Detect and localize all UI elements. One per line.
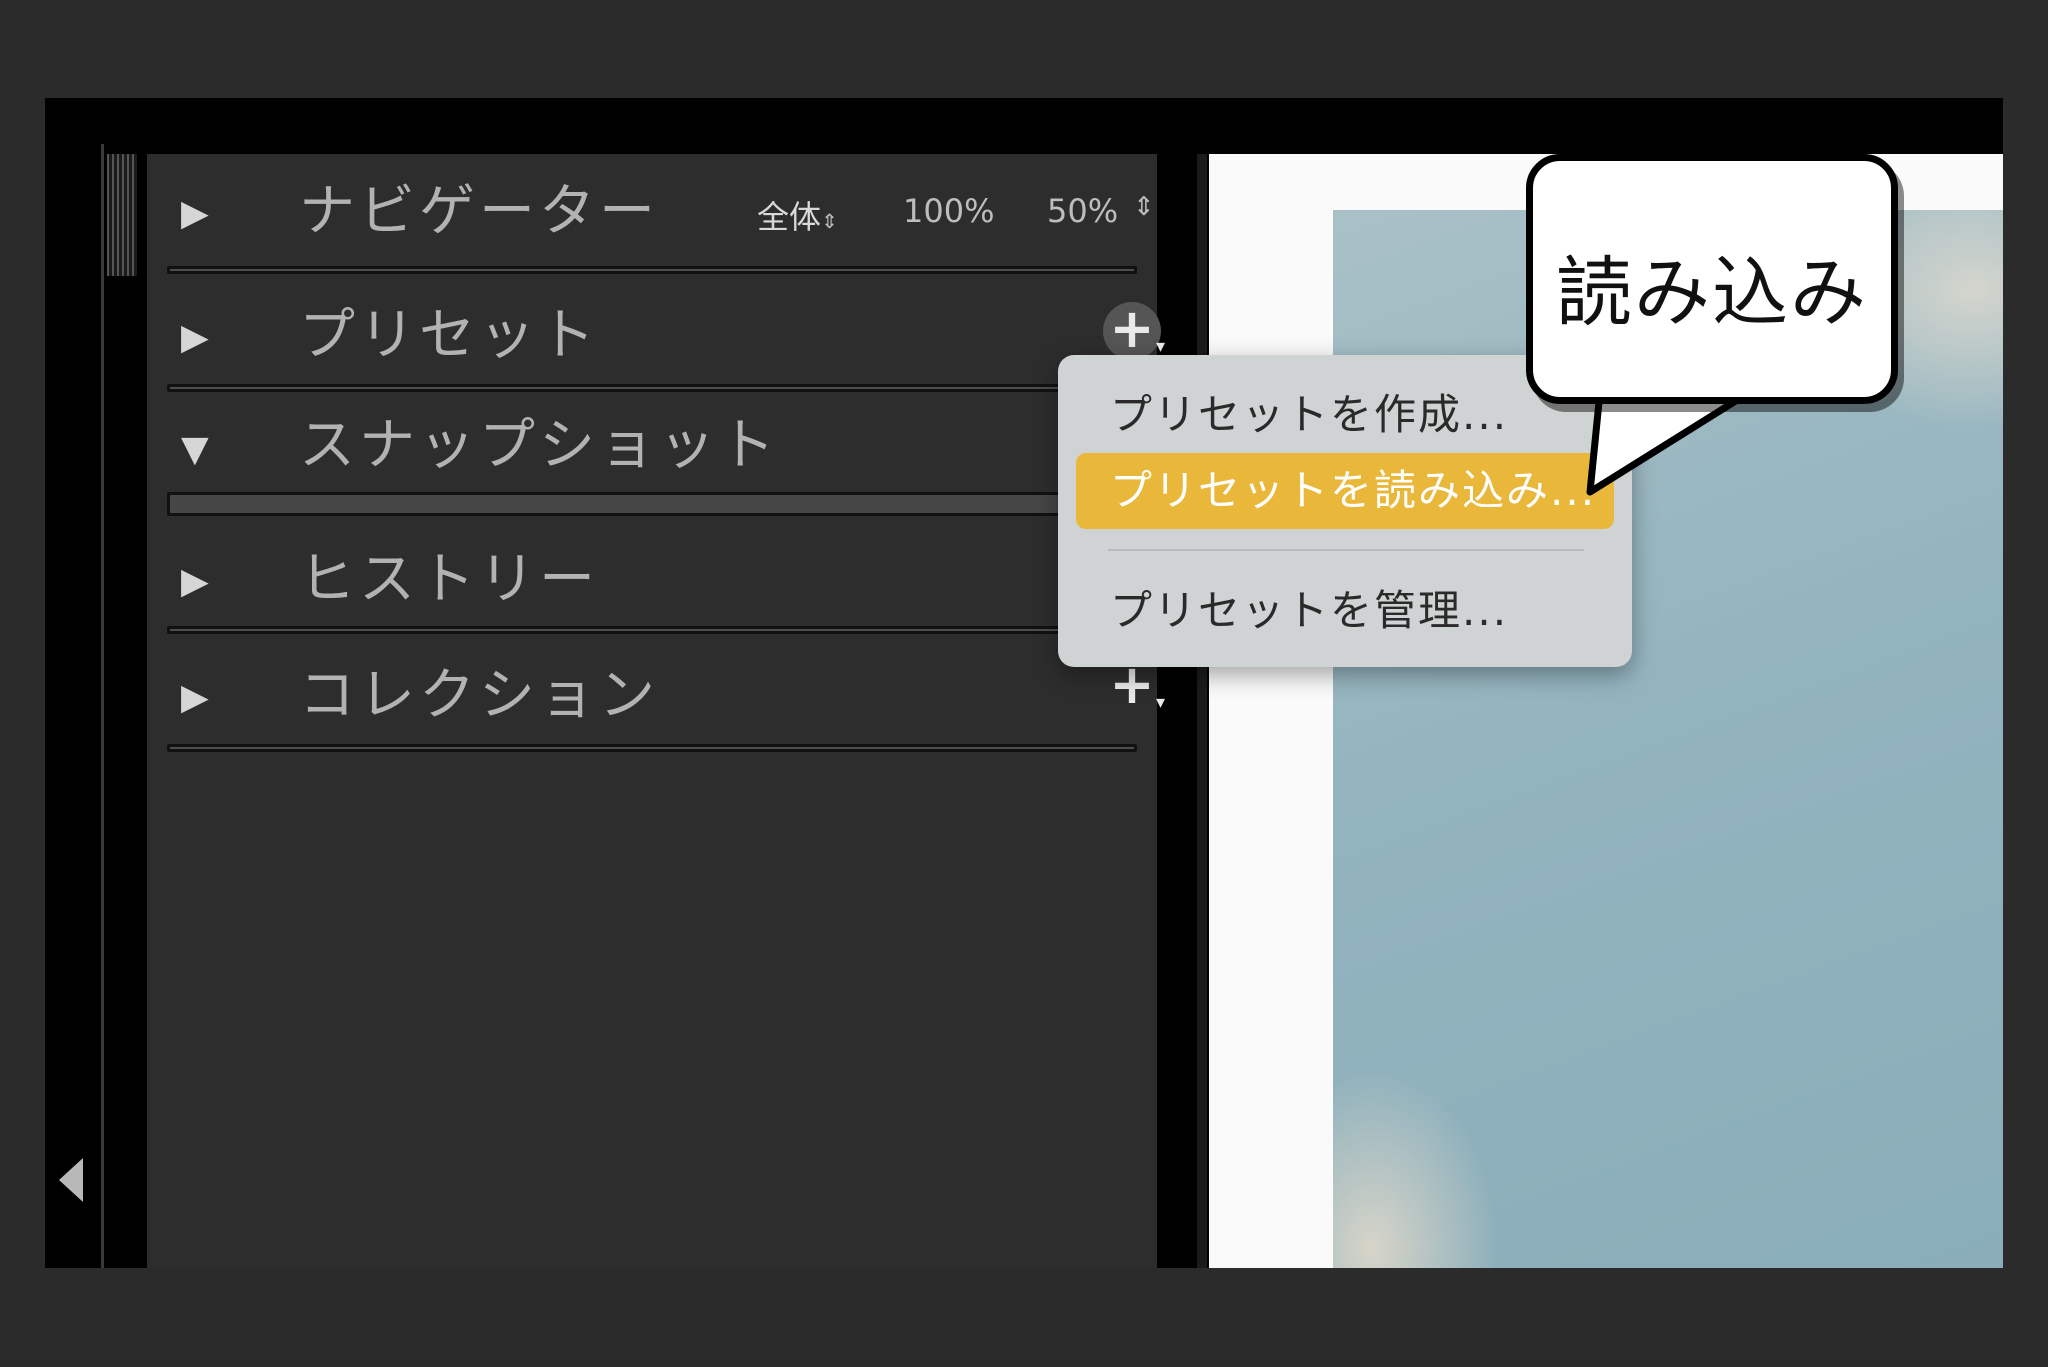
section-divider <box>167 492 1137 516</box>
panel-resize-grip[interactable] <box>107 154 137 276</box>
section-divider <box>167 266 1137 274</box>
section-history[interactable]: ▶ ヒストリー <box>147 522 1157 640</box>
section-title-snapshots: スナップショット <box>299 413 779 478</box>
add-preset-button[interactable]: + ▾ <box>1103 302 1165 360</box>
section-snapshots[interactable]: ▼ スナップショット <box>147 392 1157 522</box>
section-title-presets: プリセット <box>299 303 599 368</box>
add-icon: + <box>1109 297 1155 360</box>
disclosure-down-icon[interactable]: ▼ <box>181 432 209 468</box>
zoom-fit-selector[interactable]: 全体⇕ <box>757 192 838 238</box>
section-divider <box>167 384 1137 392</box>
collapse-left-icon[interactable] <box>59 1158 83 1202</box>
stepper-arrows-icon[interactable]: ⇕ <box>1133 192 1155 222</box>
chevron-down-icon: ▾ <box>1155 692 1165 713</box>
rail-divider <box>101 144 104 1268</box>
section-title-collections: コレクション <box>299 663 659 728</box>
zoom-50-button[interactable]: 50% <box>1047 192 1118 230</box>
section-collections[interactable]: ▶ コレクション + ▾ <box>147 640 1165 760</box>
section-title-navigator: ナビゲーター <box>299 179 659 244</box>
disclosure-right-icon[interactable]: ▶ <box>181 196 209 232</box>
panel-edge <box>1197 154 1207 1268</box>
menu-item-manage-presets[interactable]: プリセットを管理... <box>1076 573 1614 649</box>
section-presets[interactable]: ▶ プリセット + ▾ <box>147 274 1165 392</box>
disclosure-right-icon[interactable]: ▶ <box>181 320 209 356</box>
menu-separator <box>1108 549 1584 551</box>
stepper-arrows-icon: ⇕ <box>821 209 838 233</box>
section-title-history: ヒストリー <box>299 547 599 612</box>
callout-bubble: 読み込み <box>1526 154 1898 404</box>
chevron-down-icon: ▾ <box>1155 336 1165 357</box>
disclosure-right-icon[interactable]: ▶ <box>181 680 209 716</box>
left-panel: ▶ ナビゲーター 全体⇕ 100% 50% ⇕ ▶ プリセット + ▾ ▼ スナッ… <box>147 154 1165 1268</box>
section-divider <box>167 626 1137 634</box>
zoom-100-button[interactable]: 100% <box>903 192 994 230</box>
section-divider <box>167 744 1137 752</box>
callout-tail <box>1586 380 1754 496</box>
left-rail <box>45 98 145 1268</box>
callout-text: 読み込み <box>1556 248 1868 337</box>
section-navigator[interactable]: ▶ ナビゲーター 全体⇕ 100% 50% ⇕ <box>147 154 1157 274</box>
zoom-fit-label: 全体 <box>757 198 822 236</box>
disclosure-right-icon[interactable]: ▶ <box>181 564 209 600</box>
menu-item-import-preset[interactable]: プリセットを読み込み... <box>1076 453 1614 529</box>
preset-context-menu: プリセットを作成... プリセットを読み込み... プリセットを管理... <box>1058 355 1632 667</box>
